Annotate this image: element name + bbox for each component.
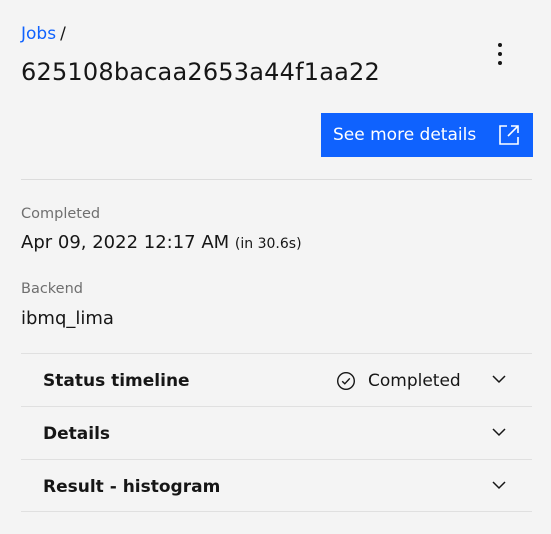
- accordion-title-details: Details: [43, 424, 111, 444]
- backend-value: ibmq_lima: [21, 308, 114, 329]
- breadcrumb-separator: /: [60, 24, 66, 44]
- accordion-title-status-timeline: Status timeline: [43, 371, 190, 391]
- see-more-details-label: See more details: [333, 125, 477, 145]
- accordion-item-result-histogram[interactable]: Result - histogram: [21, 459, 532, 512]
- job-accordion: Status timeline Completed Details Result…: [21, 353, 532, 512]
- accordion-title-result-histogram: Result - histogram: [43, 477, 221, 497]
- launch-icon: [499, 125, 519, 145]
- chevron-down-icon: [492, 481, 506, 490]
- overflow-menu-vertical-icon: [498, 41, 502, 68]
- checkmark-outline-icon: [336, 371, 356, 391]
- header-divider: [21, 179, 532, 180]
- breadcrumb-link-jobs[interactable]: Jobs: [21, 24, 56, 44]
- see-more-details-button[interactable]: See more details: [321, 113, 533, 157]
- backend-label: Backend: [21, 281, 84, 297]
- breadcrumb: Jobs /: [21, 23, 66, 45]
- chevron-down-icon: [492, 375, 506, 384]
- accordion-item-details[interactable]: Details: [21, 406, 532, 459]
- completed-date: Apr 09, 2022 12:17 AM: [21, 232, 230, 253]
- page-title: 625108bacaa2653a44f1aa22: [21, 58, 380, 86]
- completed-duration: (in 30.6s): [234, 236, 302, 252]
- chevron-down-icon: [492, 428, 506, 437]
- status-indicator: Completed: [336, 369, 461, 393]
- completed-value: Apr 09, 2022 12:17 AM (in 30.6s): [21, 231, 302, 256]
- accordion-item-status-timeline[interactable]: Status timeline Completed: [21, 353, 532, 406]
- overflow-menu-button[interactable]: [484, 38, 516, 70]
- completed-label: Completed: [21, 206, 101, 222]
- status-text: Completed: [368, 371, 461, 391]
